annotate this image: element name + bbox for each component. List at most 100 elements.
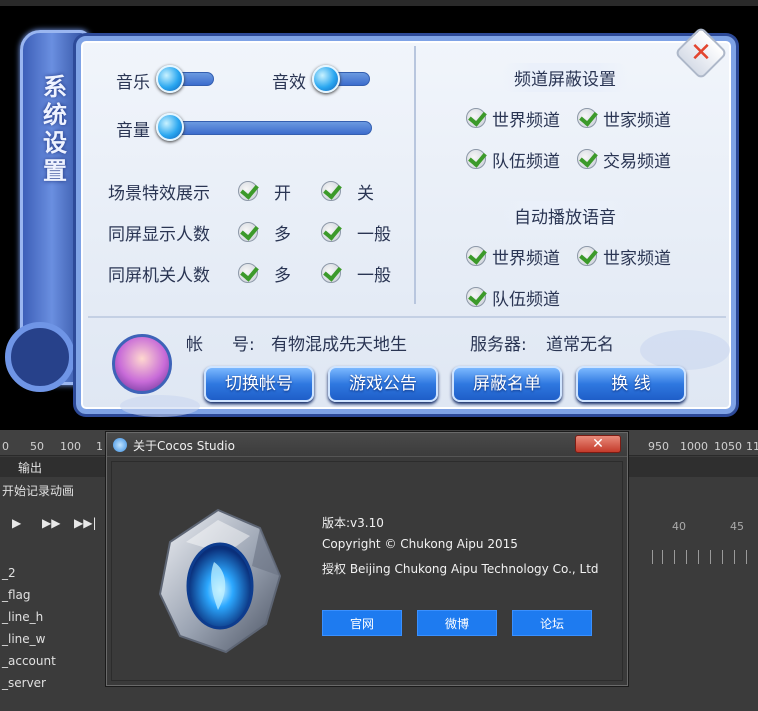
- layer-item[interactable]: _2: [2, 566, 16, 580]
- timeline-frame: 40: [672, 520, 686, 533]
- channel-block-title: 频道屏蔽设置: [502, 63, 628, 92]
- game-viewport: 系统设置 音乐 音效 音量 场景特效展示 开 关 同屏显示人数 多 一般 同屏机…: [0, 0, 758, 430]
- column-divider: [414, 46, 416, 304]
- channel-label: 世界频道: [492, 249, 560, 269]
- layer-item[interactable]: _flag: [2, 588, 31, 602]
- channel-label: 世界频道: [492, 111, 560, 131]
- row-divider: [88, 316, 726, 318]
- server-label: 服务器:: [470, 335, 527, 355]
- scroll-curl-ornament: [5, 322, 75, 392]
- timeline-frame: 45: [730, 520, 744, 533]
- dialog-title: 关于Cocos Studio: [133, 439, 235, 453]
- dialog-titlebar[interactable]: 关于Cocos Studio ✕: [107, 433, 627, 457]
- volume-slider-knob[interactable]: [156, 113, 184, 141]
- checkbox-block-trade[interactable]: [577, 149, 597, 169]
- ruler-tick: 1050: [714, 440, 742, 453]
- ruler-tick: 100: [60, 440, 81, 453]
- account-label: 帐: [186, 335, 203, 355]
- channel-label: 队伍频道: [492, 290, 560, 310]
- layer-item[interactable]: _line_h: [2, 610, 43, 624]
- option-on-label: 开: [274, 184, 291, 204]
- auto-voice-title: 自动播放语音: [502, 201, 628, 230]
- option-off-label: 关: [357, 184, 374, 204]
- version-text: 版本:v3.10: [322, 516, 384, 530]
- dialog-close-button[interactable]: ✕: [575, 435, 621, 453]
- checkbox-display-normal[interactable]: [321, 222, 341, 242]
- timeline-tick: [662, 550, 663, 564]
- timeline-tick: [686, 550, 687, 564]
- volume-slider[interactable]: [166, 121, 372, 135]
- fast-forward-icon[interactable]: ▶▶: [42, 516, 60, 530]
- about-dialog: 关于Cocos Studio ✕ 版本:v3.10 Copyright © Ch…: [106, 432, 628, 686]
- volume-label: 音量: [116, 121, 150, 141]
- timeline-tick: [674, 550, 675, 564]
- block-list-button[interactable]: 屏蔽名单: [452, 366, 562, 402]
- copyright-text: Copyright © Chukong Aipu 2015: [322, 537, 518, 551]
- layer-item[interactable]: _server: [2, 676, 46, 690]
- account-label-suffix: 号:: [232, 335, 255, 355]
- cocos-studio-logo-icon: [158, 508, 282, 654]
- record-animation-button[interactable]: 开始记录动画: [0, 480, 110, 502]
- checkbox-block-team[interactable]: [466, 149, 486, 169]
- timeline-tick: [734, 550, 735, 564]
- game-notice-button[interactable]: 游戏公告: [328, 366, 438, 402]
- option-normal-label: 一般: [357, 266, 391, 286]
- music-label: 音乐: [116, 73, 150, 93]
- timeline[interactable]: 40 45: [628, 510, 758, 570]
- checkbox-block-family[interactable]: [577, 108, 597, 128]
- option-label: 同屏机关人数: [108, 266, 210, 286]
- channel-label: 队伍频道: [492, 152, 560, 172]
- ruler-tick: 1: [96, 440, 103, 453]
- option-normal-label: 一般: [357, 225, 391, 245]
- cloud-ornament: [640, 330, 730, 370]
- ruler-tick: 950: [648, 440, 669, 453]
- play-icon[interactable]: ▶: [12, 516, 21, 530]
- checkbox-scene-on[interactable]: [238, 181, 258, 201]
- option-label: 场景特效展示: [108, 184, 210, 204]
- ruler-tick: 50: [30, 440, 44, 453]
- timeline-tick: [722, 550, 723, 564]
- effects-slider-knob[interactable]: [312, 65, 340, 93]
- switch-line-button[interactable]: 换 线: [576, 366, 686, 402]
- server-value: 道常无名: [546, 335, 614, 355]
- official-site-button[interactable]: 官网: [322, 610, 402, 636]
- close-icon: ✕: [690, 38, 712, 68]
- music-slider-knob[interactable]: [156, 65, 184, 93]
- forum-button[interactable]: 论坛: [512, 610, 592, 636]
- layer-item[interactable]: _line_w: [2, 632, 45, 646]
- checkbox-block-world[interactable]: [466, 108, 486, 128]
- checkbox-mechanism-many[interactable]: [238, 263, 258, 283]
- timeline-tick: [652, 550, 653, 564]
- channel-label: 交易频道: [603, 152, 671, 172]
- top-bar: [0, 0, 758, 6]
- tab-output[interactable]: 输出: [18, 459, 42, 476]
- timeline-tick: [710, 550, 711, 564]
- switch-account-button[interactable]: 切换帐号: [204, 366, 314, 402]
- settings-title: 系统设置: [43, 72, 67, 185]
- skip-end-icon[interactable]: ▶▶|: [74, 516, 97, 530]
- weibo-button[interactable]: 微博: [417, 610, 497, 636]
- timeline-tick: [746, 550, 747, 564]
- option-many-label: 多: [274, 266, 291, 286]
- playback-controls: ▶ ▶▶ ▶▶|: [0, 512, 110, 536]
- layer-item[interactable]: _account: [2, 654, 56, 668]
- account-value: 有物混成先天地生: [271, 335, 407, 355]
- checkbox-voice-team[interactable]: [466, 287, 486, 307]
- license-text: 授权 Beijing Chukong Aipu Technology Co., …: [322, 562, 599, 576]
- effects-label: 音效: [272, 73, 306, 93]
- option-label: 同屏显示人数: [108, 225, 210, 245]
- option-many-label: 多: [274, 225, 291, 245]
- checkbox-display-many[interactable]: [238, 222, 258, 242]
- cocos-app-icon: [113, 438, 127, 452]
- checkbox-voice-world[interactable]: [466, 246, 486, 266]
- ruler-tick: 1000: [680, 440, 708, 453]
- checkbox-voice-family[interactable]: [577, 246, 597, 266]
- ruler-tick: 0: [2, 440, 9, 453]
- ruler-tick: 11: [746, 440, 758, 453]
- checkbox-scene-off[interactable]: [321, 181, 341, 201]
- dialog-body: 版本:v3.10 Copyright © Chukong Aipu 2015 授…: [111, 461, 623, 681]
- checkbox-mechanism-normal[interactable]: [321, 263, 341, 283]
- avatar: [112, 334, 172, 394]
- timeline-tick: [698, 550, 699, 564]
- channel-label: 世家频道: [603, 111, 671, 131]
